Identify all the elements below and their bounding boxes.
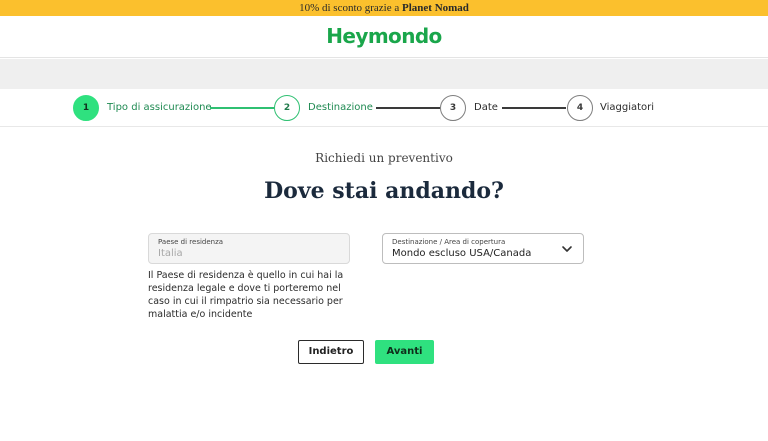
step-3-label: Date (474, 102, 498, 113)
destination-value: Mondo escluso USA/Canada (392, 248, 532, 259)
residence-field: Paese di residenza Italia (148, 233, 350, 264)
page-subtitle: Richiedi un preventivo (315, 151, 453, 165)
step-2-circle: 2 (274, 95, 300, 121)
destination-label: Destinazione / Area di copertura (392, 238, 506, 246)
step-connector-2 (376, 107, 440, 109)
step-connector-3 (502, 107, 566, 109)
chevron-down-icon[interactable] (561, 243, 573, 255)
residence-helper-text: Il Paese di residenza è quello in cui ha… (148, 270, 344, 320)
back-button[interactable]: Indietro (298, 340, 364, 364)
step-connector-1 (210, 107, 274, 109)
step-1-circle: 1 (73, 95, 99, 121)
step-4-circle: 4 (567, 95, 593, 121)
grey-band (0, 59, 768, 89)
page-title: Dove stai andando? (264, 178, 504, 204)
step-2-label: Destinazione (308, 102, 373, 113)
progress-stepper: 1 Tipo di assicurazione 2 Destinazione 3… (0, 89, 768, 127)
residence-value: Italia (158, 248, 183, 259)
site-header: Heymondo (0, 16, 768, 58)
residence-label: Paese di residenza (158, 238, 224, 246)
logo[interactable]: Heymondo (0, 24, 768, 48)
promo-text: 10% di sconto grazie a (299, 2, 402, 14)
next-button[interactable]: Avanti (375, 340, 434, 364)
step-1-label: Tipo di assicurazione (107, 102, 212, 113)
step-4-label: Viaggiatori (600, 102, 655, 113)
promo-banner: 10% di sconto grazie a Planet Nomad (0, 0, 768, 16)
step-3-circle: 3 (440, 95, 466, 121)
destination-select[interactable]: Destinazione / Area di copertura Mondo e… (382, 233, 584, 264)
promo-brand: Planet Nomad (402, 2, 469, 14)
